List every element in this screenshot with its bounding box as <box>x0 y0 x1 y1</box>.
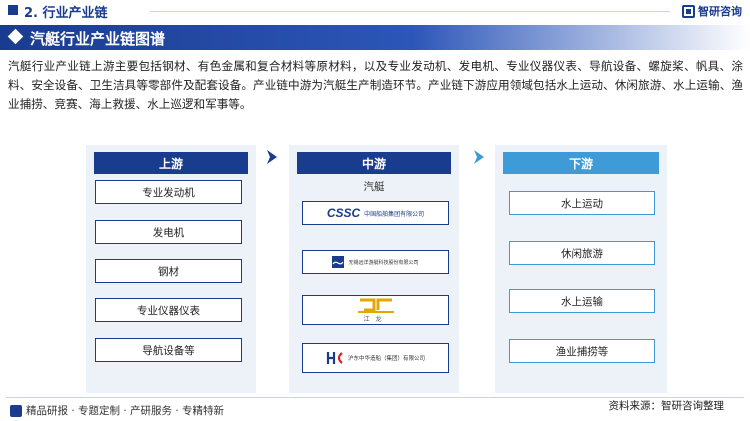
footer-divider <box>6 397 744 398</box>
chevron-right-icon <box>267 150 277 164</box>
footer: 精品研报 · 专题定制 · 产研服务 · 专精特新 <box>0 397 750 421</box>
cssc-name: 中国船舶集团有限公司 <box>364 210 425 218</box>
upstream-header: 上游 <box>94 152 248 174</box>
midstream-header: 中游 <box>297 152 451 174</box>
cssc-mark: CSSC <box>326 206 361 220</box>
upstream-item: 发电机 <box>95 220 242 244</box>
downstream-item: 水上运输 <box>509 289 655 313</box>
hudong-mark-icon <box>326 352 343 364</box>
intro-paragraph: 汽艇行业产业链上游主要包括钢材、有色金属和复合材料等原材料，以及专业发动机、发电… <box>8 59 743 111</box>
hudong-name: 沪东中华造船（集团）有限公司 <box>347 356 425 362</box>
footer-tagline-group: 精品研报 · 专题定制 · 产研服务 · 专精特新 <box>10 403 224 418</box>
chevron-right-icon <box>474 150 484 164</box>
downstream-item: 水上运动 <box>509 191 655 215</box>
downstream-item: 休闲旅游 <box>509 241 655 265</box>
wave-logo-icon <box>332 256 345 268</box>
upstream-column: 上游 专业发动机 发电机 钢材 专业仪器仪表 导航设备等 <box>86 145 256 393</box>
midstream-label: 汽艇 <box>363 181 385 193</box>
upstream-item: 专业发动机 <box>95 180 242 204</box>
footer-logo-icon <box>10 404 22 417</box>
company-logo-cssc: CSSC 中国船舶集团有限公司 <box>302 201 449 225</box>
diamond-icon <box>7 28 24 45</box>
brand-logo: 智研咨询 <box>682 3 742 19</box>
upstream-item: 导航设备等 <box>95 338 242 362</box>
section-marker-icon <box>8 5 18 15</box>
header-divider <box>150 11 670 12</box>
company-logo-wuxi: 无锡远洋游艇科技股份有限公司 <box>302 250 449 274</box>
top-bar: 2. 行业产业链 智研咨询 <box>0 0 750 22</box>
upstream-item: 钢材 <box>95 259 242 283</box>
downstream-column: 下游 水上运动 休闲旅游 水上运输 渔业捕捞等 <box>495 145 667 393</box>
jianglong-text: 江龙 <box>363 315 388 323</box>
brand-name: 智研咨询 <box>698 5 742 18</box>
title-banner: 汽艇行业产业链图谱 <box>0 25 750 50</box>
wuxi-name: 无锡远洋游艇科技股份有限公司 <box>348 259 419 266</box>
page-title: 汽艇行业产业链图谱 <box>30 30 166 48</box>
company-logo-hudong: 沪东中华造船（集团）有限公司 <box>302 343 449 373</box>
footer-tagline: 精品研报 · 专题定制 · 产研服务 · 专精特新 <box>26 405 225 417</box>
company-logo-jianglong: 江龙 <box>302 295 449 325</box>
section-title: 2. 行业产业链 <box>24 6 108 21</box>
downstream-item: 渔业捕捞等 <box>509 339 655 363</box>
midstream-column: 中游 汽艇 CSSC 中国船舶集团有限公司 无锡远洋游艇科技股份有限公司 江龙 … <box>289 145 459 393</box>
jianglong-mark-icon <box>357 298 394 313</box>
downstream-header: 下游 <box>503 152 659 174</box>
upstream-item: 专业仪器仪表 <box>95 298 242 322</box>
brand-logo-icon <box>682 4 695 18</box>
